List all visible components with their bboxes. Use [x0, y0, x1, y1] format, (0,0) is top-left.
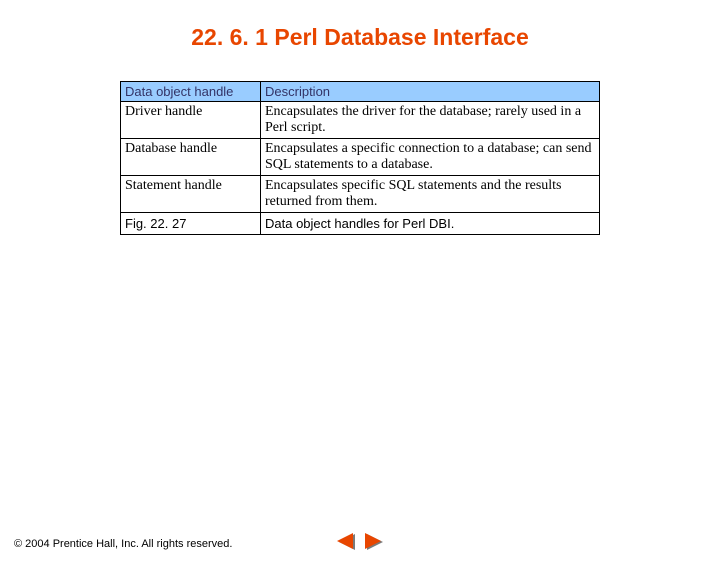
cell-handle-desc: Encapsulates a specific connection to a … — [261, 139, 600, 176]
table-header-row: Data object handle Description — [121, 82, 600, 102]
col-header-description: Description — [261, 82, 600, 102]
prev-button[interactable] — [335, 532, 357, 552]
cell-handle-desc: Encapsulates specific SQL statements and… — [261, 176, 600, 213]
table-row: Driver handle Encapsulates the driver fo… — [121, 102, 600, 139]
col-header-handle: Data object handle — [121, 82, 261, 102]
figure-number: Fig. 22. 27 — [121, 213, 261, 235]
cell-handle-name: Driver handle — [121, 102, 261, 139]
table-row: Statement handle Encapsulates specific S… — [121, 176, 600, 213]
cell-handle-name: Database handle — [121, 139, 261, 176]
triangle-left-icon — [335, 532, 357, 552]
table-caption-row: Fig. 22. 27 Data object handles for Perl… — [121, 213, 600, 235]
page-title: 22. 6. 1 Perl Database Interface — [0, 24, 720, 51]
triangle-right-icon — [363, 532, 385, 552]
cell-handle-desc: Encapsulates the driver for the database… — [261, 102, 600, 139]
next-button[interactable] — [363, 532, 385, 552]
nav-arrows — [335, 532, 385, 552]
figure-caption: Data object handles for Perl DBI. — [261, 213, 600, 235]
table-row: Database handle Encapsulates a specific … — [121, 139, 600, 176]
cell-handle-name: Statement handle — [121, 176, 261, 213]
handles-table: Data object handle Description Driver ha… — [120, 81, 600, 235]
